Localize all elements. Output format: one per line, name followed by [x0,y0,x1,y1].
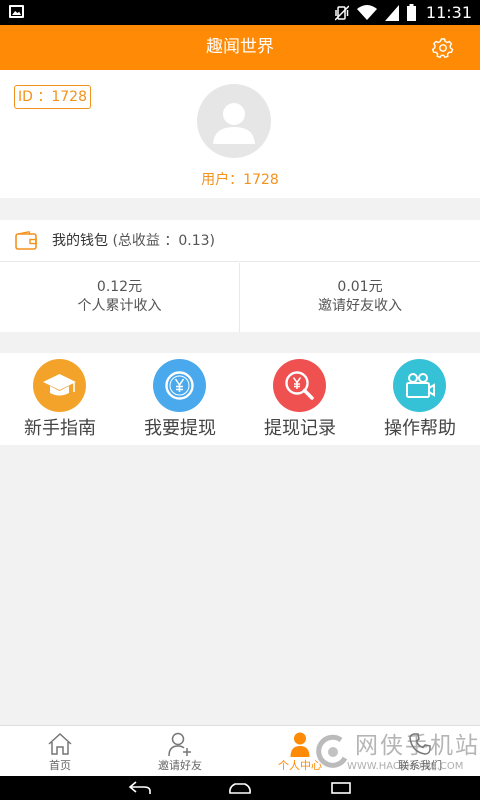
tab-profile[interactable]: 个人中心 [240,726,360,777]
withdraw-history-button[interactable]: 提现记录 [240,353,360,445]
withdraw-history-circle [273,359,326,412]
battery-icon [407,4,416,21]
graduation-cap-icon [43,374,76,396]
image-notification-icon [9,5,24,18]
phone-icon [409,733,431,755]
action-grid: 新手指南 我要提现 提现记录 操作帮助 [0,353,480,445]
personal-income[interactable]: 0.12元 个人累计收入 [0,263,240,332]
home-button-icon[interactable] [227,781,253,795]
tab-invite[interactable]: 邀请好友 [120,726,240,777]
help-label: 操作帮助 [384,418,456,439]
help-button[interactable]: 操作帮助 [360,353,480,445]
tab-contact[interactable]: 联系我们 [360,726,480,777]
app-header: 趣闻世界 [0,25,480,70]
recent-apps-icon[interactable] [330,781,352,795]
vibrate-icon [335,4,349,21]
tab-contact-label: 联系我们 [398,759,442,772]
gear-icon[interactable] [432,37,454,59]
person-icon [290,732,310,757]
withdraw-label: 我要提现 [144,418,216,439]
wallet-icon [15,231,37,250]
home-icon [48,732,72,755]
invite-income[interactable]: 0.01元 邀请好友收入 [240,263,480,332]
add-user-icon [168,732,191,757]
withdraw-circle [153,359,206,412]
invite-income-amount: 0.01元 [337,279,383,295]
personal-income-label: 个人累计收入 [77,298,162,314]
personal-income-amount: 0.12元 [96,279,143,295]
yen-search-icon [285,371,314,400]
avatar[interactable] [197,84,271,158]
beginner-guide-circle [33,359,86,412]
tab-home-label: 首页 [49,759,71,772]
withdraw-history-label: 提现记录 [264,418,336,439]
wallet-total-earnings: (总收益 ：0.13) [112,233,215,249]
invite-income-label: 邀请好友收入 [318,298,402,314]
tab-home[interactable]: 首页 [0,726,120,777]
status-icons [335,4,416,21]
system-nav-bar [0,776,480,800]
yen-coin-icon [165,371,194,400]
clock: 11:31 [425,3,472,22]
beginner-guide-label: 新手指南 [24,418,96,439]
page-title: 趣闻世界 [206,37,274,57]
help-circle [393,359,446,412]
username: 用户：1728 [201,172,279,188]
user-id-badge: ID ：1728 [14,85,91,109]
signal-icon [385,4,399,21]
back-icon[interactable] [128,781,152,795]
profile-card: ID ：1728 用户：1728 [0,70,480,198]
tab-profile-label: 个人中心 [278,759,322,772]
bottom-tab-bar: 首页 邀请好友 个人中心 联系我们 [0,725,480,776]
wallet-header[interactable]: 我的钱包 (总收益 ：0.13) [0,220,480,262]
status-bar: 11:31 [0,0,480,25]
withdraw-button[interactable]: 我要提现 [120,353,240,445]
tab-invite-label: 邀请好友 [158,759,202,772]
wallet-section: 我的钱包 (总收益 ：0.13) 0.12元 个人累计收入 0.01元 邀请好友… [0,220,480,332]
wifi-icon [357,4,377,20]
default-avatar-icon [213,103,255,144]
video-camera-icon [406,373,435,398]
wallet-title: 我的钱包 (总收益 ：0.13) [52,231,215,251]
beginner-guide-button[interactable]: 新手指南 [0,353,120,445]
wallet-title-text: 我的钱包 [52,233,108,249]
